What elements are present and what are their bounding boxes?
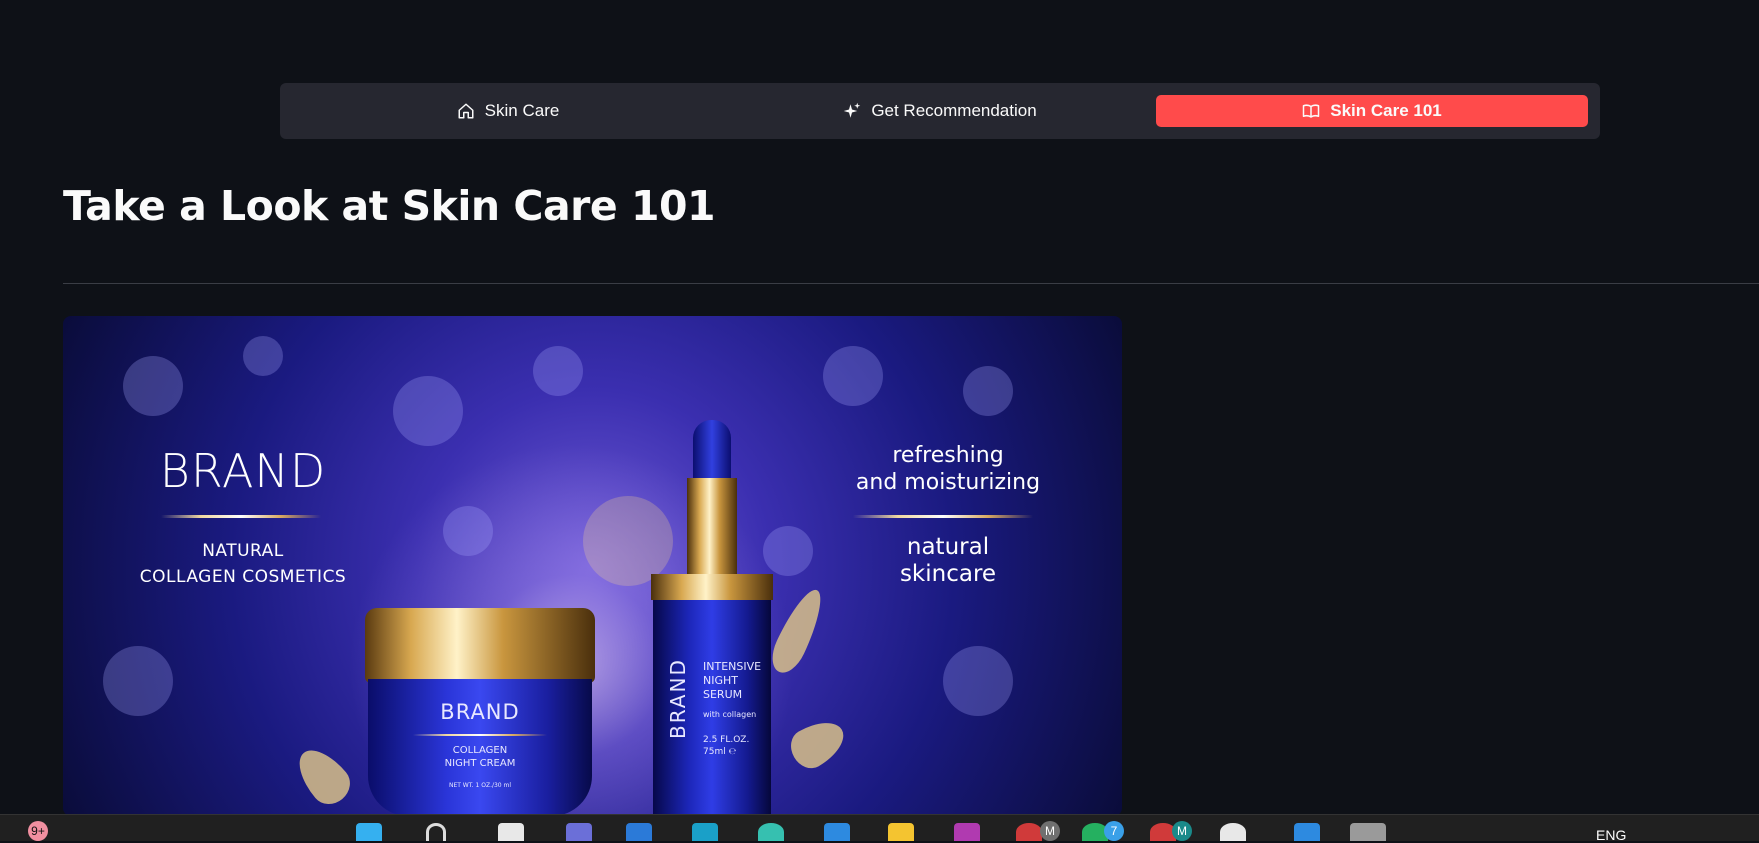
vscode-icon[interactable]: [1294, 823, 1320, 841]
bokeh: [823, 346, 883, 406]
jar-weight: NET WT. 1 OZ./30 ml: [448, 782, 512, 789]
hero-tagline-2: natural skincare: [863, 534, 1033, 588]
home-icon: [458, 103, 474, 119]
gold-divider: [161, 515, 321, 518]
bottle-note: with collagen: [703, 710, 757, 719]
hero-tagline-line: natural: [906, 534, 990, 560]
avatar: M: [1040, 821, 1060, 841]
divider: [63, 283, 1759, 284]
app-icon[interactable]: [1220, 823, 1246, 841]
tab-label: Skin Care: [484, 101, 560, 120]
bokeh: [393, 376, 463, 446]
bokeh: [763, 526, 813, 576]
tab-label: Skin Care 101: [1330, 101, 1442, 120]
bokeh: [943, 646, 1013, 716]
gold-divider: [853, 515, 1033, 518]
edge-icon[interactable]: [626, 823, 652, 841]
hero-subtitle-line: COLLAGEN COSMETICS: [139, 567, 347, 587]
wheat-decoration: [765, 583, 831, 679]
bokeh: [583, 496, 673, 586]
hero-subtitle-line: NATURAL: [202, 541, 284, 561]
teams-icon[interactable]: [566, 823, 592, 841]
avatar: M: [1172, 821, 1192, 841]
sparkles-icon: [844, 102, 861, 118]
dropper-collar: [687, 478, 737, 576]
hero-tagline-line: and moisturizing: [855, 470, 1041, 495]
task-view-icon[interactable]: [498, 823, 524, 841]
hero-image: BRAND NATURAL COLLAGEN COSMETICS refresh…: [63, 316, 1122, 816]
search-icon[interactable]: [426, 823, 446, 841]
bottle-brand: BRAND: [666, 658, 690, 739]
hero-subtitle: NATURAL COLLAGEN COSMETICS: [118, 538, 368, 590]
jar-label: COLLAGEN NIGHT CREAM: [368, 744, 592, 770]
bottle-label-line: SERUM: [703, 688, 743, 701]
language-indicator[interactable]: ENG: [1596, 827, 1626, 843]
bokeh: [533, 346, 583, 396]
dropper-bulb: [693, 420, 731, 482]
nav-tabs: Skin Care Get Recommendation Skin Care 1…: [280, 83, 1600, 139]
bokeh: [443, 506, 493, 556]
bottle-label-line: NIGHT: [703, 674, 738, 687]
bokeh: [123, 356, 183, 416]
bottle-label-line: INTENSIVE: [703, 660, 762, 673]
bottle-volume-line: 2.5 FL.OZ.: [703, 735, 750, 745]
tab-skin-care[interactable]: Skin Care: [292, 95, 724, 127]
app-icon[interactable]: [1350, 823, 1386, 841]
hero-brand: BRAND: [159, 444, 327, 498]
jar-brand: BRAND: [440, 700, 520, 724]
app-icon[interactable]: [692, 823, 718, 841]
windows-start-icon[interactable]: [356, 823, 382, 841]
hero-tagline-line: skincare: [899, 561, 997, 587]
count-badge: 7: [1104, 821, 1124, 841]
bokeh: [103, 646, 173, 716]
store-icon[interactable]: [824, 823, 850, 841]
bokeh: [963, 366, 1013, 416]
bokeh: [243, 336, 283, 376]
tab-skin-care-101[interactable]: Skin Care 101: [1156, 95, 1588, 127]
chrome-app-icon[interactable]: [758, 823, 784, 841]
hero-tagline: refreshing and moisturizing: [843, 442, 1053, 496]
notification-badge[interactable]: 9+: [28, 821, 48, 841]
hero-tagline-line: refreshing: [892, 443, 1004, 468]
wheat-decoration: [784, 712, 852, 775]
bottle-volume-line: 75ml ℮: [703, 747, 737, 757]
bottle-volume: 2.5 FL.OZ. 75ml ℮: [703, 734, 749, 758]
tab-label: Get Recommendation: [871, 101, 1037, 120]
chrome-icon[interactable]: [1016, 823, 1042, 841]
dropper-shoulder: [651, 574, 773, 600]
jar-label-line: NIGHT CREAM: [444, 758, 516, 769]
bottle-label: INTENSIVE NIGHT SERUM: [703, 660, 761, 702]
gold-divider: [413, 734, 547, 736]
tab-get-recommendation[interactable]: Get Recommendation: [724, 95, 1156, 127]
file-explorer-icon[interactable]: [888, 823, 914, 841]
jar-label-line: COLLAGEN: [452, 745, 508, 756]
taskbar: 9+ M 7 M ENG: [0, 814, 1759, 843]
wheat-decoration: [288, 740, 358, 812]
cream-jar-lid: [365, 608, 595, 683]
book-icon: [1302, 104, 1320, 118]
instagram-icon[interactable]: [954, 823, 980, 841]
page-title: Take a Look at Skin Care 101: [63, 182, 716, 230]
